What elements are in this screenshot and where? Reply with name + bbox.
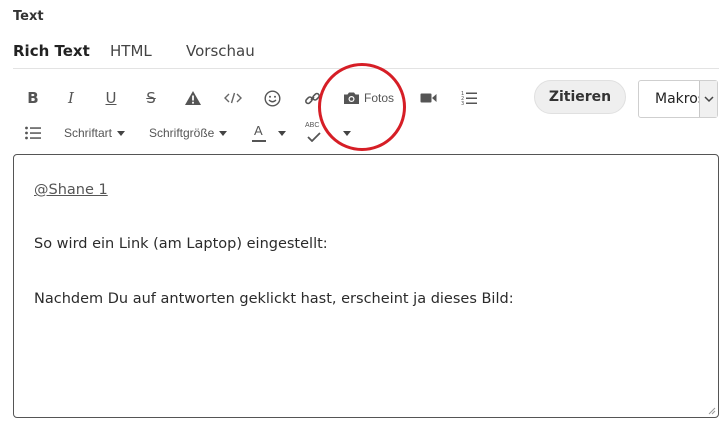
- mention-line: @Shane 1: [34, 182, 108, 198]
- toolbar-row-2: Schriftart Schriftgröße A ABC: [13, 119, 373, 147]
- warning-icon: [185, 91, 201, 105]
- font-family-dropdown[interactable]: Schriftart: [64, 119, 128, 147]
- spellcheck-icon: ABC: [305, 122, 323, 144]
- macro-select-value: Makros: [655, 91, 701, 107]
- quote-button[interactable]: Zitieren: [534, 80, 626, 114]
- video-icon: [420, 93, 436, 103]
- tab-vorschau[interactable]: Vorschau: [186, 42, 255, 60]
- numbered-list-button[interactable]: 1 2 3: [459, 84, 479, 112]
- chevron-down-icon: [699, 81, 717, 117]
- strikethrough-icon: S: [146, 89, 156, 107]
- editor-body[interactable]: @Shane 1 So wird ein Link (am Laptop) ei…: [13, 154, 719, 418]
- bold-icon: B: [27, 89, 39, 107]
- svg-text:3: 3: [461, 101, 464, 106]
- chevron-down-icon: [343, 130, 351, 136]
- numbered-list-icon: 1 2 3: [461, 91, 477, 106]
- underline-icon: U: [105, 89, 117, 107]
- camera-icon: [344, 92, 359, 104]
- tab-divider: [13, 68, 719, 69]
- code-icon: [224, 92, 242, 104]
- section-label: Text: [13, 9, 44, 24]
- tab-rich-text[interactable]: Rich Text: [13, 42, 90, 60]
- editor-text-line-1: So wird ein Link (am Laptop) eingestellt…: [34, 236, 328, 252]
- bullet-list-button[interactable]: [23, 119, 43, 147]
- chevron-down-icon: [117, 130, 126, 136]
- link-icon: [304, 92, 320, 104]
- spellcheck-dropdown[interactable]: ABC: [305, 119, 355, 147]
- code-button[interactable]: [222, 84, 244, 112]
- toolbar-row-1: B I U S Fotos 1 2 3: [13, 84, 533, 112]
- italic-icon: I: [68, 89, 74, 107]
- italic-button[interactable]: I: [61, 84, 81, 112]
- strikethrough-button[interactable]: S: [141, 84, 161, 112]
- photos-button[interactable]: Fotos: [343, 84, 399, 112]
- chevron-down-icon: [278, 130, 286, 136]
- link-button[interactable]: [302, 84, 322, 112]
- macro-select[interactable]: Makros: [638, 80, 718, 118]
- emoji-icon: [263, 89, 281, 107]
- video-button[interactable]: [418, 84, 438, 112]
- font-family-label: Schriftart: [64, 126, 113, 140]
- font-color-dropdown[interactable]: A: [252, 119, 290, 147]
- photos-label: Fotos: [364, 91, 395, 105]
- emoji-button[interactable]: [262, 84, 282, 112]
- bullet-list-icon: [25, 126, 41, 140]
- editor-text-line-2: Nachdem Du auf antworten geklickt hast, …: [34, 291, 514, 307]
- font-size-dropdown[interactable]: Schriftgröße: [149, 119, 233, 147]
- bold-button[interactable]: B: [23, 84, 43, 112]
- user-mention-link[interactable]: @Shane 1: [34, 182, 108, 198]
- resize-handle-icon[interactable]: [706, 405, 716, 415]
- chevron-down-icon: [219, 130, 228, 136]
- font-color-icon: A: [252, 123, 266, 143]
- font-size-label: Schriftgröße: [149, 126, 215, 140]
- spoiler-warning-button[interactable]: [182, 84, 204, 112]
- underline-button[interactable]: U: [101, 84, 121, 112]
- tab-html[interactable]: HTML: [110, 42, 152, 60]
